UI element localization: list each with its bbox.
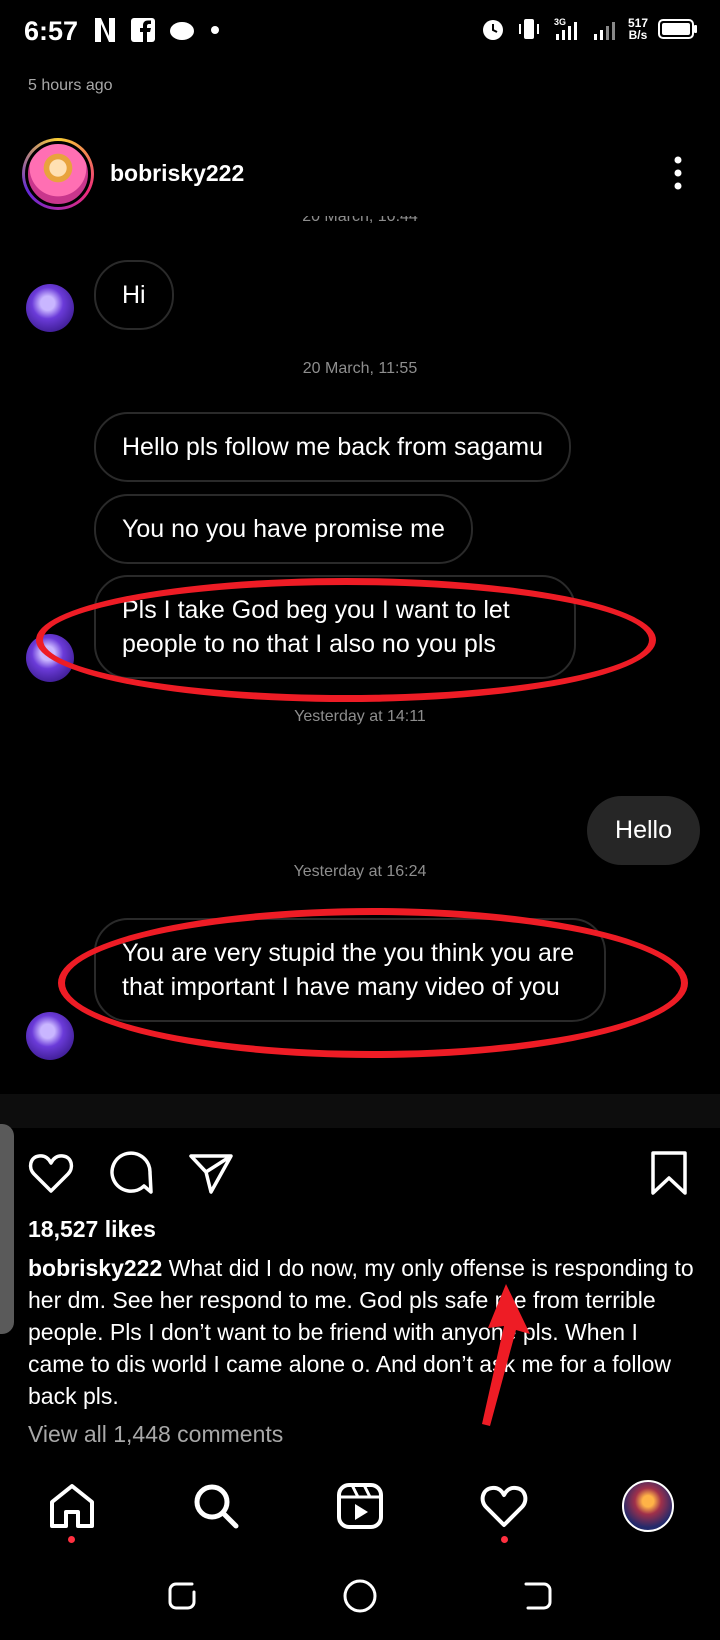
signal-icon	[593, 22, 615, 40]
bottom-navigation	[0, 1470, 720, 1552]
notification-icons	[92, 16, 222, 44]
home-button-icon[interactable]	[340, 1576, 380, 1616]
red-circle-annotation	[58, 908, 688, 1058]
post-caption: bobrisky222 What did I do now, my only o…	[28, 1252, 698, 1412]
home-icon[interactable]	[46, 1480, 98, 1532]
my-chat-message: Hello	[587, 796, 700, 865]
reels-icon[interactable]	[334, 1480, 386, 1532]
search-icon[interactable]	[190, 1480, 242, 1532]
red-arrow-annotation	[482, 1284, 530, 1426]
activity-notification-dot	[501, 1536, 508, 1543]
netflix-icon	[95, 18, 115, 42]
back-icon[interactable]	[516, 1576, 556, 1616]
bookmark-icon[interactable]	[644, 1148, 694, 1198]
svg-text:3G: 3G	[554, 17, 566, 27]
chat-message: You no you have promise me	[94, 494, 473, 564]
speed-unit: B/s	[628, 28, 648, 42]
post-time: 5 hours ago	[28, 77, 113, 94]
red-circle-annotation	[36, 578, 656, 702]
activity-heart-icon[interactable]	[478, 1480, 530, 1532]
system-navigation-bar	[0, 1556, 720, 1640]
chat-message: Hi	[94, 260, 174, 330]
cloud-icon	[170, 22, 194, 40]
comment-icon[interactable]	[106, 1148, 156, 1198]
post-image-chat-screenshot: 20 March, 10:44 Hi 20 March, 11:55 Hello…	[0, 216, 720, 1092]
system-icons: 3G 517 B/s	[480, 16, 698, 42]
signal-3g-icon: 3G	[554, 17, 577, 40]
chat-date: 20 March, 11:55	[302, 360, 418, 377]
status-time: 6:57	[24, 16, 79, 46]
dot-icon	[211, 26, 219, 34]
post-author-avatar[interactable]	[22, 138, 94, 210]
chat-sender-avatar	[26, 284, 74, 332]
battery-icon	[658, 19, 697, 39]
post-header: bobrisky222	[0, 130, 720, 226]
post-username[interactable]: bobrisky222	[110, 160, 244, 187]
post-actions	[0, 1140, 720, 1204]
chat-date: Yesterday at 14:11	[294, 708, 426, 725]
profile-avatar[interactable]	[622, 1480, 674, 1532]
likes-count[interactable]: 18,527 likes	[28, 1216, 156, 1243]
view-comments-link[interactable]: View all 1,448 comments	[28, 1421, 283, 1448]
chat-date: Yesterday at 16:24	[293, 863, 427, 880]
home-notification-dot	[68, 1536, 75, 1543]
chat-input-strip	[0, 1094, 720, 1128]
more-options-icon[interactable]	[674, 156, 682, 190]
recents-icon[interactable]	[164, 1576, 204, 1616]
alarm-icon	[482, 20, 503, 40]
network-speed: 517 B/s	[628, 17, 648, 41]
chat-sender-avatar	[26, 1012, 74, 1060]
status-bar: 6:57 3G 517 B/s	[0, 0, 720, 66]
chat-date-partial: 20 March, 10:44	[302, 216, 418, 225]
vibrate-icon	[518, 19, 539, 39]
chat-message: Hello pls follow me back from sagamu	[94, 412, 571, 482]
share-icon[interactable]	[186, 1148, 236, 1198]
heart-icon[interactable]	[26, 1148, 76, 1198]
facebook-icon	[131, 18, 155, 42]
caption-username[interactable]: bobrisky222	[28, 1255, 162, 1281]
